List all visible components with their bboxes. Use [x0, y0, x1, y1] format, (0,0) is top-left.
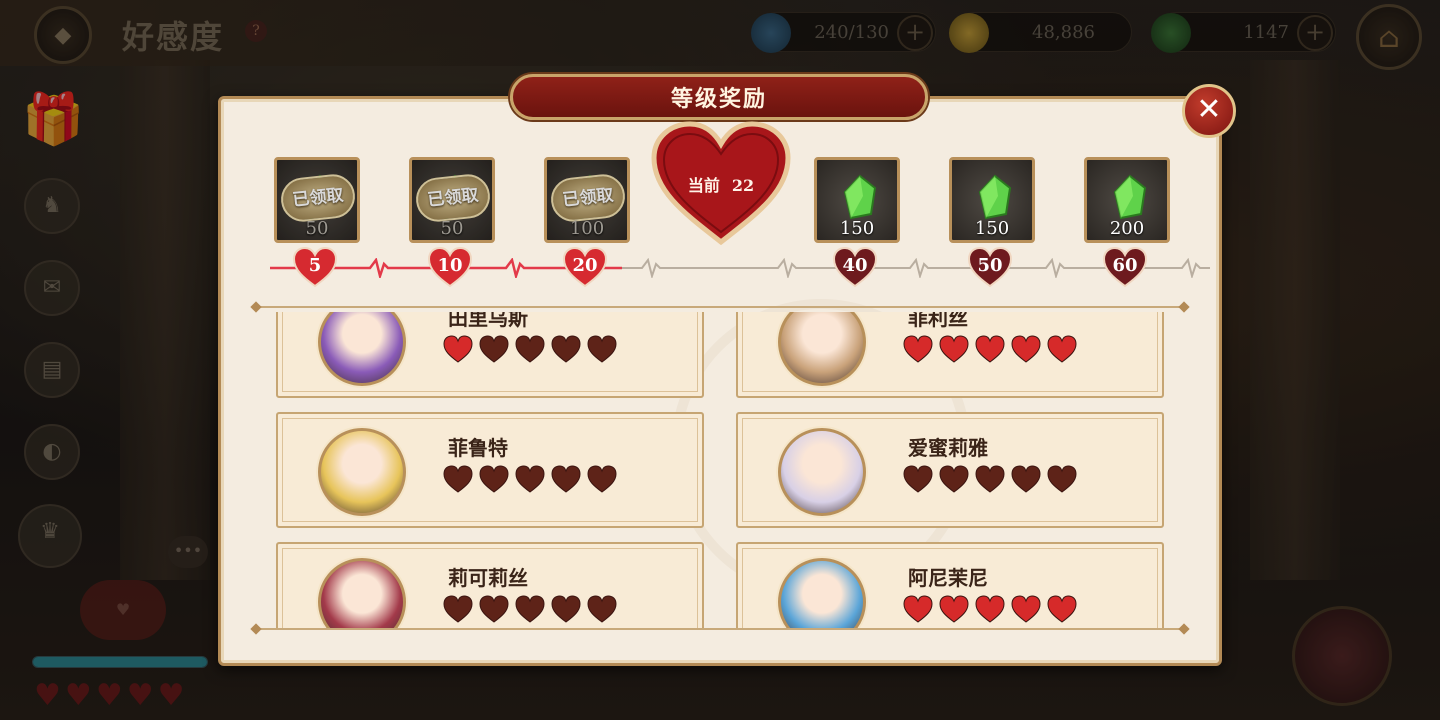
claimed-stamp: 已领取 [548, 172, 627, 224]
character-name: 爱蜜莉雅 [908, 436, 988, 460]
reward-box[interactable]: 150 [814, 157, 900, 243]
gem-icon [1113, 174, 1147, 220]
gem-icon [303, 174, 337, 220]
divider [256, 306, 1184, 308]
reward-amount: 200 [1109, 218, 1145, 239]
character-card[interactable]: 莉可莉丝 [276, 542, 704, 628]
heart-icon [1047, 595, 1077, 623]
heart-icon [587, 335, 617, 363]
heart-icon [1011, 335, 1041, 363]
close-button[interactable]: ✕ [1182, 84, 1236, 138]
character-card[interactable]: 阿尼茉尼 [736, 542, 1164, 628]
heart-icon [443, 595, 473, 623]
reward-box[interactable]: 150 [949, 157, 1035, 243]
heart-icon [515, 595, 545, 623]
character-avatar [778, 312, 866, 386]
gem-icon [843, 174, 877, 220]
character-avatar [318, 558, 406, 628]
close-icon: ✕ [1196, 92, 1222, 127]
affection-hearts [442, 334, 618, 364]
reward-amount: 150 [974, 218, 1010, 239]
heart-icon [551, 335, 581, 363]
heart-icon [551, 595, 581, 623]
character-list[interactable]: 田里乌斯 菲利丝菲鲁特 爱蜜莉雅莉可莉丝 阿尼茉尼 [258, 312, 1182, 628]
heart-icon [939, 595, 969, 623]
character-name: 菲鲁特 [448, 436, 508, 460]
level-number: 20 [572, 255, 598, 276]
level-number: 5 [308, 255, 322, 276]
character-card[interactable]: 田里乌斯 [276, 312, 704, 398]
heart-icon [903, 465, 933, 493]
claimed-stamp: 已领取 [413, 172, 492, 224]
heart-icon [1047, 335, 1077, 363]
character-name: 阿尼茉尼 [908, 566, 988, 590]
affection-hearts [442, 464, 618, 494]
heart-icon [515, 335, 545, 363]
heart-icon [975, 595, 1005, 623]
heart-icon [551, 465, 581, 493]
character-card[interactable]: 菲鲁特 [276, 412, 704, 528]
character-avatar [318, 428, 406, 516]
character-avatar [778, 428, 866, 516]
heart-icon [479, 465, 509, 493]
divider [256, 628, 1184, 630]
character-card[interactable]: 菲利丝 [736, 312, 1164, 398]
affection-hearts [442, 594, 618, 624]
heart-icon [479, 335, 509, 363]
reward-box[interactable]: 已领取 50 [409, 157, 495, 243]
heart-icon [903, 595, 933, 623]
current-level: 当前 22 [648, 172, 794, 196]
heart-icon [939, 335, 969, 363]
current-level-value: 22 [731, 176, 755, 195]
character-card[interactable]: 爱蜜莉雅 [736, 412, 1164, 528]
character-name: 莉可莉丝 [448, 566, 528, 590]
heart-icon [443, 335, 473, 363]
level-number: 10 [437, 255, 463, 276]
reward-amount: 150 [839, 218, 875, 239]
character-avatar [318, 312, 406, 386]
reward-box[interactable]: 200 [1084, 157, 1170, 243]
character-name: 菲利丝 [908, 312, 968, 330]
claimed-stamp: 已领取 [278, 172, 357, 224]
affection-hearts [902, 594, 1078, 624]
level-number: 40 [842, 255, 868, 276]
heart-icon [443, 465, 473, 493]
gem-icon [978, 174, 1012, 220]
level-number: 60 [1112, 255, 1138, 276]
heart-icon [939, 465, 969, 493]
reward-amount: 50 [305, 218, 329, 239]
character-name: 田里乌斯 [448, 312, 528, 330]
heart-icon [903, 335, 933, 363]
heart-icon [975, 335, 1005, 363]
character-avatar [778, 558, 866, 628]
reward-amount: 50 [440, 218, 464, 239]
reward-box[interactable]: 已领取 50 [274, 157, 360, 243]
affection-hearts [902, 464, 1078, 494]
reward-box[interactable]: 已领取 100 [544, 157, 630, 243]
heart-icon [587, 595, 617, 623]
level-number: 50 [977, 255, 1003, 276]
heart-icon [1047, 465, 1077, 493]
heart-icon [1011, 595, 1041, 623]
level-progress-track [270, 258, 1210, 278]
modal-title: 等级奖励 [510, 74, 928, 120]
heart-icon [515, 465, 545, 493]
heart-icon [1011, 465, 1041, 493]
heart-icon [975, 465, 1005, 493]
gem-icon [438, 174, 472, 220]
heart-icon [479, 595, 509, 623]
reward-amount: 100 [569, 218, 605, 239]
gem-icon [573, 174, 607, 220]
current-level-label: 当前 [687, 176, 720, 195]
affection-hearts [902, 334, 1078, 364]
heart-icon [587, 465, 617, 493]
